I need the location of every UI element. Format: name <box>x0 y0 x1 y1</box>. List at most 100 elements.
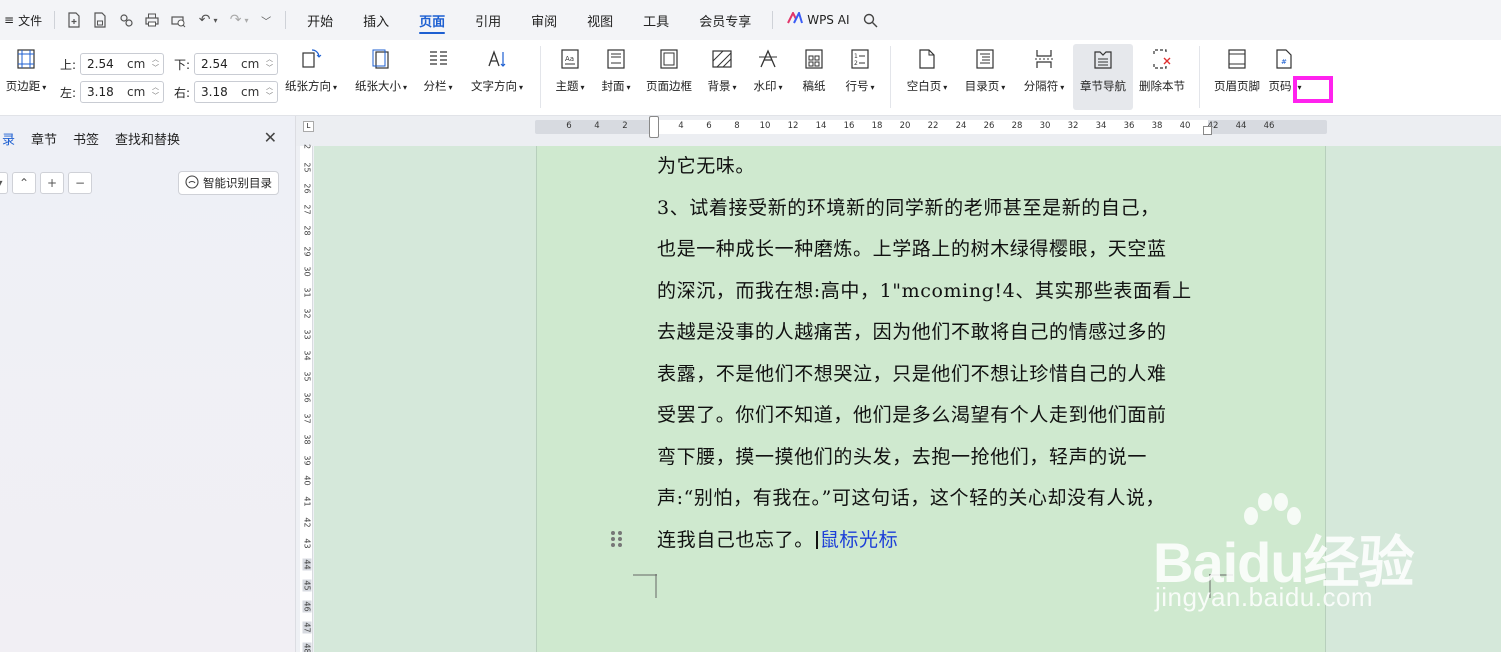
tab-stop-selector[interactable]: L <box>303 121 314 132</box>
left-margin-input[interactable]: 3.18 cm ︿ ﹀ <box>80 81 164 103</box>
file-menu[interactable]: ≡ 文件 <box>0 0 48 40</box>
unit-label: cm <box>127 85 146 99</box>
expand-icon[interactable]: + <box>40 172 64 194</box>
text-line[interactable]: 的深沉，而我在想:高中，1"mcoming!4、其实那些表面看上 <box>657 271 1217 313</box>
spinner-icon[interactable]: ︿ ﹀ <box>266 55 273 73</box>
unit-label: cm <box>127 57 146 71</box>
margins-button[interactable]: 页边距 ▾ <box>0 44 56 110</box>
chapter-nav-button[interactable]: 章节导航 <box>1073 44 1133 110</box>
ruler-tick-label: 24 <box>955 121 967 131</box>
page-border-icon <box>656 44 682 74</box>
line-number-icon: 12 <box>847 44 873 74</box>
text-line-last[interactable]: 连我自己也忘了。 鼠标光标 <box>657 520 1217 562</box>
blank-page-icon <box>914 44 940 74</box>
tab-insert[interactable]: 插入 <box>348 0 404 40</box>
cursor-annotation: 鼠标光标 <box>819 528 899 551</box>
collapse-icon[interactable]: − <box>68 172 92 194</box>
text-line[interactable]: 3、试着接受新的环境新的同学新的老师甚至是新的自己， <box>657 188 1217 230</box>
divider <box>54 11 56 29</box>
tab-tools[interactable]: 工具 <box>628 0 684 40</box>
paper-size-icon <box>368 44 394 74</box>
ruler-tick-label: 4 <box>594 121 600 131</box>
text-line[interactable]: 为它无味。 <box>657 146 1217 188</box>
more-chevron-icon[interactable]: ﹀ <box>253 0 279 40</box>
text-line[interactable]: 也是一种成长一种磨炼。上学路上的树木绿得樱眼，天空蓝 <box>657 229 1217 271</box>
close-icon[interactable]: ✕ <box>264 128 277 147</box>
page-border-button[interactable]: 页面边框 <box>640 44 698 110</box>
blank-page-button[interactable]: 空白页 ▾ <box>897 44 957 110</box>
bottom-margin-input[interactable]: 2.54 cm ︿ ﹀ <box>194 53 278 75</box>
tab-toc[interactable]: 录 <box>0 116 23 160</box>
chevron-up-icon[interactable]: ⌃ <box>12 172 36 194</box>
orientation-button[interactable]: 纸张方向 ▾ <box>280 44 342 110</box>
tab-member[interactable]: 会员专享 <box>684 0 766 40</box>
columns-label: 分栏 <box>423 79 447 93</box>
tab-review[interactable]: 审阅 <box>516 0 572 40</box>
new-doc-icon[interactable] <box>61 0 87 40</box>
baidu-watermark: Baidu经验 jingyan.baidu.com <box>1145 490 1445 620</box>
tab-home[interactable]: 开始 <box>292 0 348 40</box>
columns-button[interactable]: 分栏 ▾ <box>410 44 466 110</box>
save-icon[interactable] <box>87 0 113 40</box>
top-margin-input[interactable]: 2.54 cm ︿ ﹀ <box>80 53 164 75</box>
paper-size-button[interactable]: 纸张大小 ▾ <box>350 44 412 110</box>
menu-bar: ≡ 文件 ↶ ▾ ↷ ▾ ﹀ 开始 插入 页面 引用 审阅 视图 工具 会员专享 W… <box>0 0 1501 40</box>
ruler-tick-label: 41 <box>302 496 312 507</box>
nav-toolbar: ▾ ⌃ + − <box>0 172 92 194</box>
cover-label: 封面 <box>601 79 625 93</box>
page-border-label: 页面边框 <box>646 79 692 93</box>
search-icon[interactable] <box>857 0 883 40</box>
undo-icon[interactable]: ↶ ▾ <box>191 0 225 40</box>
right-indent-marker-icon[interactable] <box>1203 126 1212 135</box>
ruler-tick-label: 26 <box>983 121 995 131</box>
vertical-ruler[interactable]: 2 25 26 27 28 29 30 31 32 33 34 35 36 37 38 39 40 41 42 43 4… <box>300 144 313 652</box>
ruler-tick-label: 8 <box>734 121 740 131</box>
hamburger-icon: ≡ <box>4 13 15 27</box>
spinner-icon[interactable]: ︿ ﹀ <box>266 83 273 101</box>
tab-page[interactable]: 页面 <box>404 0 460 40</box>
tab-view[interactable]: 视图 <box>572 0 628 40</box>
separator-button[interactable]: 分隔符 ▾ <box>1014 44 1074 110</box>
indent-marker-icon[interactable] <box>649 116 659 138</box>
right-margin-input[interactable]: 3.18 cm ︿ ﹀ <box>194 81 278 103</box>
redo-icon[interactable]: ↷ ▾ <box>225 0 253 40</box>
delete-section-button[interactable]: 删除本节 <box>1132 44 1192 110</box>
paragraph-drag-handle-icon[interactable] <box>610 530 624 548</box>
toc-page-button[interactable]: 目录页 ▾ <box>955 44 1015 110</box>
text-line[interactable]: 声:“别怕，有我在。”可这句话，这个轻的关心却没有人说， <box>657 478 1217 520</box>
spinner-icon[interactable]: ︿ ﹀ <box>152 83 159 101</box>
delete-section-icon <box>1149 44 1175 74</box>
tab-bookmark[interactable]: 书签 <box>65 116 107 160</box>
horizontal-ruler[interactable]: 6422468101214161820222426283032343638404… <box>535 116 1327 138</box>
print-icon[interactable] <box>139 0 165 40</box>
tab-references[interactable]: 引用 <box>460 0 516 40</box>
page-number-icon: # <box>1272 44 1298 74</box>
header-footer-button[interactable]: 页眉页脚 <box>1207 44 1267 110</box>
tab-find-replace[interactable]: 查找和替换 <box>107 116 188 160</box>
toc-page-icon <box>972 44 998 74</box>
right-margin-label: 右: <box>173 85 190 100</box>
theme-label: 主题 <box>555 79 579 93</box>
smart-toc-button[interactable]: 智能识别目录 <box>178 171 279 195</box>
line-number-button[interactable]: 12 行号 ▾ <box>830 44 890 110</box>
chevron-down-icon[interactable]: ▾ <box>0 172 8 194</box>
ruler-tick-label: 28 <box>302 225 312 236</box>
delete-section-label: 删除本节 <box>1139 79 1185 93</box>
tab-chapter[interactable]: 章节 <box>23 116 65 160</box>
separator-icon <box>1031 44 1057 74</box>
print-preview-icon[interactable] <box>165 0 191 40</box>
text-line[interactable]: 弯下腰，摸一摸他们的头发，去抱一抢他们，轻声的说一 <box>657 437 1217 479</box>
share-icon[interactable] <box>113 0 139 40</box>
ruler-tick-label: 39 <box>302 454 312 466</box>
wps-ai-button[interactable]: WPS AI <box>779 10 857 28</box>
document-text[interactable]: 为它无味。 3、试着接受新的环境新的同学新的老师甚至是新的自己， 也是一种成长一… <box>657 146 1217 561</box>
cover-button[interactable]: 封面 ▾ <box>586 44 646 110</box>
bottom-margin-label: 下: <box>173 57 190 72</box>
text-direction-button[interactable]: 文字方向 ▾ <box>466 44 528 110</box>
text-line[interactable]: 去越是没事的人越痛苦，因为他们不敢将自己的情感过多的 <box>657 312 1217 354</box>
spinner-icon[interactable]: ︿ ﹀ <box>152 55 159 73</box>
text-line[interactable]: 表露，不是他们不想哭泣，只是他们不想让珍惜自己的人难 <box>657 354 1217 396</box>
watermark-url-text: jingyan.baidu.com <box>1155 582 1374 612</box>
columns-icon <box>425 44 451 74</box>
text-line[interactable]: 受罢了。你们不知道，他们是多么渴望有个人走到他们面前 <box>657 395 1217 437</box>
